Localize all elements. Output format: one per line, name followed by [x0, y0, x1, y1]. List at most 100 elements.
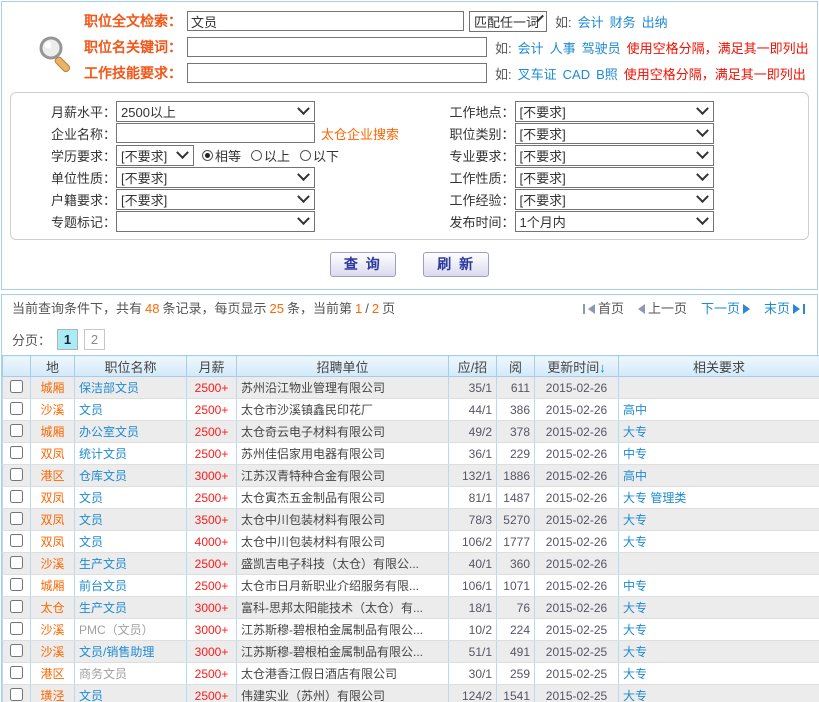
- ratio-cell: 81/1: [449, 487, 497, 509]
- skill-search-label: 工作技能要求：: [2, 63, 182, 83]
- job-title-link[interactable]: 办公室文员: [79, 425, 139, 439]
- example-link[interactable]: 会计: [578, 15, 604, 30]
- row-checkbox[interactable]: [10, 688, 23, 701]
- topic-filter-label: 专题标记：: [11, 212, 116, 231]
- update-time-column-header[interactable]: 更新时间↓: [535, 356, 619, 377]
- topic-select[interactable]: [116, 211, 315, 232]
- job-title-link[interactable]: 文员: [79, 513, 103, 527]
- job-title-link[interactable]: 文员: [79, 491, 103, 505]
- row-checkbox[interactable]: [10, 424, 23, 437]
- requirements-column-header: 相关要求: [619, 356, 819, 377]
- next-page-link[interactable]: 下一页: [701, 295, 750, 323]
- select-cell: [3, 421, 31, 443]
- table-header-row: 地 职位名称 月薪 招聘单位 应/招 阅 更新时间↓ 相关要求: [3, 356, 819, 377]
- area-cell: 城厢: [31, 377, 75, 399]
- job-title-link[interactable]: 生产文员: [79, 601, 127, 615]
- ratio-cell: 10/2: [449, 619, 497, 641]
- row-checkbox[interactable]: [10, 534, 23, 547]
- prev-page-link[interactable]: 上一页: [638, 295, 687, 323]
- title-cell: PMC（文员）: [75, 619, 187, 641]
- job-title-link[interactable]: 文员: [79, 689, 103, 702]
- education-select[interactable]: [不要求]: [116, 145, 194, 166]
- row-checkbox[interactable]: [10, 666, 23, 679]
- publish-time-select[interactable]: 1个月内: [515, 211, 714, 232]
- table-row: 太仓 生产文员 3000+ 富科-思邦太阳能技术（太仓）有... 18/1 76…: [3, 597, 819, 619]
- job-title-link[interactable]: PMC（文员）: [79, 623, 154, 637]
- chevron-down-icon: [696, 146, 709, 159]
- row-checkbox[interactable]: [10, 490, 23, 503]
- salary-cell: 2500+: [187, 421, 237, 443]
- summary-text: 条，当前第: [287, 301, 352, 316]
- result-summary-bar: 当前查询条件下，共有48条记录，每页显示25条，当前第1/2页 首页 上一页 下…: [2, 295, 817, 323]
- job-title-link[interactable]: 统计文员: [79, 447, 127, 461]
- first-page-icon: [583, 304, 585, 314]
- row-checkbox[interactable]: [10, 622, 23, 635]
- skill-search-input[interactable]: [187, 63, 487, 83]
- unit-type-select[interactable]: [不要求]: [116, 167, 315, 188]
- radio-equal[interactable]: 相等: [202, 146, 241, 165]
- row-checkbox[interactable]: [10, 644, 23, 657]
- category-select[interactable]: [不要求]: [515, 123, 714, 144]
- job-title-link[interactable]: 保洁部文员: [79, 381, 139, 395]
- example-link[interactable]: 出纳: [642, 15, 668, 30]
- row-checkbox[interactable]: [10, 380, 23, 393]
- row-checkbox[interactable]: [10, 446, 23, 459]
- first-page-link[interactable]: 首页: [583, 295, 624, 323]
- row-checkbox[interactable]: [10, 512, 23, 525]
- example-link[interactable]: 财务: [610, 15, 636, 30]
- area-cell: 双凤: [31, 531, 75, 553]
- job-title-link[interactable]: 生产文员: [79, 557, 127, 571]
- experience-select[interactable]: [不要求]: [515, 189, 714, 210]
- company-name-input[interactable]: [116, 123, 315, 143]
- radio-above[interactable]: 以上: [251, 146, 290, 165]
- views-cell: 5270: [497, 509, 535, 531]
- job-nature-select[interactable]: [不要求]: [515, 167, 714, 188]
- example-link[interactable]: B照: [596, 67, 618, 82]
- chevron-down-icon: [176, 146, 189, 159]
- example-link[interactable]: 人事: [550, 41, 576, 56]
- area-cell: 双凤: [31, 487, 75, 509]
- page-button-2[interactable]: 2: [84, 329, 105, 350]
- company-cell: 太仓市沙溪镇鑫民印花厂: [237, 399, 449, 421]
- requirements-cell: 中专: [619, 575, 819, 597]
- location-select[interactable]: [不要求]: [515, 101, 714, 122]
- example-link[interactable]: CAD: [563, 67, 590, 82]
- job-title-link[interactable]: 文员/销售助理: [79, 645, 154, 659]
- title-cell: 办公室文员: [75, 421, 187, 443]
- separator-note: 使用空格分隔，满足其一即列出: [627, 41, 809, 56]
- fulltext-search-input[interactable]: [187, 11, 464, 31]
- major-select[interactable]: [不要求]: [515, 145, 714, 166]
- row-checkbox[interactable]: [10, 600, 23, 613]
- category-filter-label: 职位类别：: [410, 124, 515, 143]
- radio-below[interactable]: 以下: [300, 146, 339, 165]
- keyword-search-input[interactable]: [187, 37, 487, 57]
- job-title-link[interactable]: 文员: [79, 403, 103, 417]
- example-link[interactable]: 驾驶员: [582, 41, 621, 56]
- separator-note: 使用空格分隔，满足其一即列出: [624, 67, 806, 82]
- refresh-button[interactable]: 刷 新: [423, 252, 489, 277]
- first-page-icon: [588, 304, 595, 314]
- household-select[interactable]: [不要求]: [116, 189, 315, 210]
- job-title-link[interactable]: 文员: [79, 535, 103, 549]
- query-button[interactable]: 查 询: [330, 252, 396, 277]
- last-page-link[interactable]: 末页: [764, 295, 805, 323]
- row-checkbox[interactable]: [10, 402, 23, 415]
- job-title-link[interactable]: 前台文员: [79, 579, 127, 593]
- row-checkbox[interactable]: [10, 556, 23, 569]
- example-link[interactable]: 叉车证: [518, 67, 557, 82]
- page-buttons-row: 分页： 1 2: [2, 323, 817, 355]
- date-cell: 2015-02-26: [535, 575, 619, 597]
- row-checkbox[interactable]: [10, 578, 23, 591]
- taicang-company-search-link[interactable]: 太仓企业搜索: [321, 124, 399, 143]
- title-cell: 文员: [75, 399, 187, 421]
- row-checkbox[interactable]: [10, 468, 23, 481]
- salary-select[interactable]: 2500以上: [116, 101, 315, 122]
- example-link[interactable]: 会计: [518, 41, 544, 56]
- page-button-1[interactable]: 1: [57, 329, 78, 350]
- match-mode-select[interactable]: 匹配任一词: [469, 11, 547, 32]
- table-row: 璜泾 文员 2500+ 伟建实业（苏州）有限公司 124/2 1541 2015…: [3, 685, 819, 702]
- select-cell: [3, 465, 31, 487]
- job-title-link[interactable]: 商务文员: [79, 667, 127, 681]
- keyword-hint: 如:会计人事驾驶员使用空格分隔，满足其一即列出: [495, 38, 809, 57]
- job-title-link[interactable]: 仓库文员: [79, 469, 127, 483]
